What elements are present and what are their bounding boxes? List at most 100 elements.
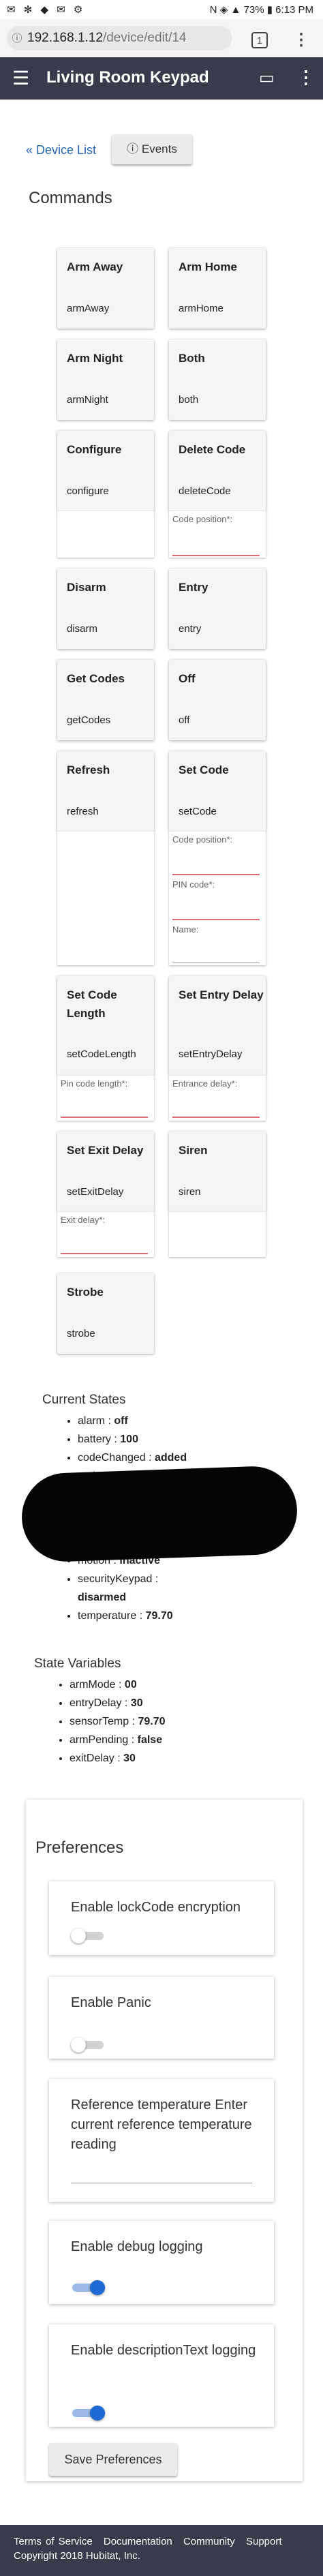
events-button[interactable]: ⓘ Events <box>112 134 192 164</box>
copyright: Copyright 2018 Hubitat, Inc. <box>14 2550 140 2562</box>
command-method: setCodeLength <box>67 1048 136 1060</box>
app-bar: ☰ Living Room Keypad ▭ ⋮ <box>0 57 323 100</box>
community-link[interactable]: Community <box>183 2536 235 2547</box>
command-tile-entry[interactable]: Entry entry <box>169 569 266 649</box>
name-field[interactable]: Name: <box>172 924 260 963</box>
command-name: Entry <box>179 581 209 594</box>
command-method: off <box>179 714 190 726</box>
chat-icon[interactable]: ▭ <box>259 68 275 88</box>
status-bar: ✉ ✻ ◆ ✉ ⚙ N ◈ ▲ 73% ▮ 6:13 PM <box>0 0 323 19</box>
state-variables-heading: State Variables <box>34 1656 121 1671</box>
command-method: both <box>179 394 199 406</box>
pin-code-length-field[interactable]: Pin code length*: <box>61 1078 148 1118</box>
command-tile-arm-night[interactable]: Arm Night armNight <box>57 339 154 420</box>
toggle-knob <box>71 1928 86 1943</box>
command-name: Configure <box>67 443 122 456</box>
url-path: /device/edit/14 <box>102 31 187 45</box>
documentation-link[interactable]: Documentation <box>104 2536 172 2547</box>
more-options-icon[interactable]: ⋮ <box>297 67 315 88</box>
command-name: Arm Away <box>67 260 123 273</box>
command-tile-set-code[interactable]: Set Code setCode <box>169 751 266 832</box>
state-item: codeChanged : added <box>78 1449 187 1467</box>
hamburger-menu-icon[interactable]: ☰ <box>12 67 29 89</box>
command-method: getCodes <box>67 714 111 726</box>
command-tile-set-exit-delay[interactable]: Set Exit Delay setExitDelay <box>57 1132 154 1212</box>
pref-label: Enable debug logging <box>71 2239 203 2254</box>
variable-item: sensorTemp : 79.70 <box>70 1712 166 1731</box>
state-item: battery : 100 <box>78 1430 187 1449</box>
command-method: deleteCode <box>179 485 231 497</box>
url-host: 192.168.1.12 <box>27 31 103 45</box>
param-box-empty <box>57 832 154 965</box>
command-tile-siren[interactable]: Siren siren <box>169 1132 266 1212</box>
pin-code-field[interactable]: PIN code*: <box>172 879 260 920</box>
command-name: Set Exit Delay <box>67 1144 144 1157</box>
enable-panic-toggle[interactable] <box>71 2037 104 2052</box>
command-tile-set-entry-delay[interactable]: Set Entry Delay setEntryDelay <box>169 976 266 1076</box>
preferences-heading: Preferences <box>35 1838 124 1857</box>
support-link[interactable]: Support <box>246 2536 282 2547</box>
command-tile-arm-home[interactable]: Arm Home armHome <box>169 248 266 329</box>
footer-links: Terms of Service Documentation Community… <box>14 2536 289 2547</box>
command-name: Arm Night <box>67 352 123 365</box>
state-item: securityKeypad :disarmed <box>78 1570 173 1607</box>
toggle-knob <box>71 2037 86 2052</box>
command-tile-delete-code[interactable]: Delete Code deleteCode <box>169 431 266 511</box>
lockcode-encryption-toggle[interactable] <box>71 1928 104 1943</box>
command-method: siren <box>179 1186 201 1198</box>
set-entry-delay-params: Entrance delay*: <box>169 1076 266 1121</box>
command-tile-set-code-length[interactable]: Set Code Length setCodeLength <box>57 976 154 1076</box>
variable-item: exitDelay : 30 <box>70 1749 166 1768</box>
variable-item: armPending : false <box>70 1731 166 1749</box>
state-item: temperature : 79.70 <box>78 1607 173 1625</box>
pref-label: Enable descriptionText logging <box>71 2343 256 2358</box>
pref-label: Reference temperature Enter current refe… <box>71 2097 252 2152</box>
pref-reference-temperature: Reference temperature Enter current refe… <box>49 2079 274 2202</box>
browser-menu-icon[interactable]: ⋮ <box>293 30 309 50</box>
description-text-logging-toggle[interactable] <box>72 2406 105 2421</box>
events-label: Events <box>141 142 177 155</box>
code-position-field[interactable]: Code position*: <box>172 834 260 875</box>
redaction-blob <box>20 1464 299 1564</box>
url-field[interactable]: ⓘ 192.168.1.12/device/edit/14 <box>7 26 232 50</box>
command-tile-refresh[interactable]: Refresh refresh <box>57 751 154 832</box>
state-variables-list: armMode : 00 entryDelay : 30 sensorTemp … <box>55 1676 166 1768</box>
status-right: N ◈ ▲ 73% ▮ 6:13 PM <box>209 4 313 16</box>
entrance-delay-field[interactable]: Entrance delay*: <box>172 1078 260 1118</box>
command-method: strobe <box>67 1328 95 1339</box>
save-preferences-button[interactable]: Save Preferences <box>49 2443 177 2476</box>
exit-delay-field[interactable]: Exit delay*: <box>61 1215 148 1254</box>
command-method: entry <box>179 623 202 635</box>
command-name: Disarm <box>67 581 106 594</box>
command-tile-off[interactable]: Off off <box>169 660 266 740</box>
command-method: armAway <box>67 303 110 314</box>
command-method: armHome <box>179 303 224 314</box>
command-name: Set Entry Delay <box>179 988 264 1001</box>
command-method: refresh <box>67 806 99 817</box>
param-box-empty <box>169 1212 266 1257</box>
pref-description-text-logging: Enable descriptionText logging <box>49 2324 274 2427</box>
delete-code-params: Code position*: <box>169 511 266 558</box>
code-position-field[interactable]: Code position*: <box>172 514 260 556</box>
pref-label: Enable lockCode encryption <box>71 1900 241 1915</box>
tab-count-button[interactable]: 1 <box>251 32 268 48</box>
command-tile-configure[interactable]: Configure configure <box>57 431 154 511</box>
device-list-link[interactable]: « Device List <box>26 143 96 157</box>
set-code-length-params: Pin code length*: <box>57 1076 154 1121</box>
command-tile-get-codes[interactable]: Get Codes getCodes <box>57 660 154 740</box>
notification-icons: ✉ ✻ ◆ ✉ ⚙ <box>7 4 86 16</box>
command-method: setCode <box>179 806 217 817</box>
command-method: setExitDelay <box>67 1186 124 1198</box>
toggle-knob <box>90 2406 105 2421</box>
terms-link[interactable]: Terms of Service <box>14 2536 93 2547</box>
command-tile-disarm[interactable]: Disarm disarm <box>57 569 154 649</box>
command-name: Siren <box>179 1144 208 1157</box>
toggle-knob <box>90 2280 105 2295</box>
info-icon[interactable]: ⓘ <box>7 27 27 51</box>
command-name: Off <box>179 672 196 685</box>
variable-item: entryDelay : 30 <box>70 1694 166 1712</box>
command-tile-both[interactable]: Both both <box>169 339 266 420</box>
debug-logging-toggle[interactable] <box>72 2280 105 2295</box>
command-tile-arm-away[interactable]: Arm Away armAway <box>57 248 154 329</box>
command-tile-strobe[interactable]: Strobe strobe <box>57 1273 154 1354</box>
